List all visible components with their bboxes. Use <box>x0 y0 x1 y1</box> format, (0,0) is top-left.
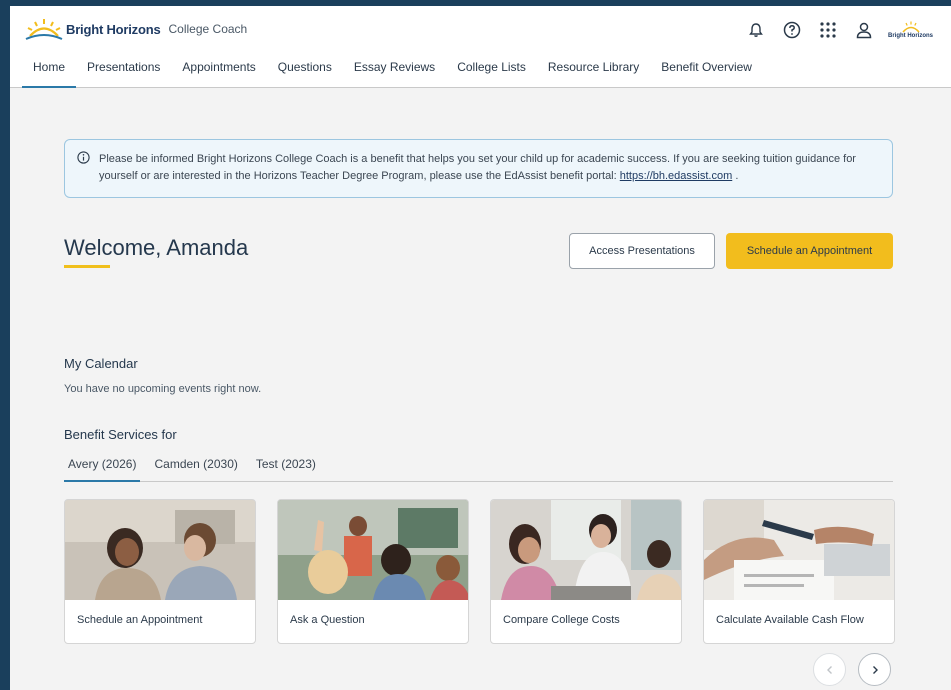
tab-essay-reviews[interactable]: Essay Reviews <box>343 54 446 87</box>
tab-child-camden[interactable]: Camden (2030) <box>150 452 241 481</box>
help-circle-icon[interactable] <box>780 18 804 42</box>
schedule-appointment-button[interactable]: Schedule an Appointment <box>726 233 893 269</box>
edassist-link[interactable]: https://bh.edassist.com <box>620 170 733 182</box>
child-tabs: Avery (2026) Camden (2030) Test (2023) <box>64 452 893 482</box>
top-bar: Bright Horizons College Coach Bright Hor… <box>10 6 951 54</box>
product-name: College Coach <box>168 22 248 36</box>
card-photo <box>65 500 255 600</box>
card-photo <box>704 500 894 600</box>
notice-suffix: . <box>735 170 739 182</box>
next-arrow-button[interactable] <box>858 653 891 686</box>
tab-benefit-overview[interactable]: Benefit Overview <box>650 54 763 87</box>
tab-presentations[interactable]: Presentations <box>76 54 171 87</box>
heading-accent-bar <box>64 265 110 268</box>
top-icons: Bright Horizons <box>732 18 933 42</box>
brand-name: Bright Horizons <box>66 21 161 37</box>
card-photo <box>278 500 468 600</box>
benefit-cards: Schedule an Appointment Ask a Question C… <box>64 499 895 644</box>
calendar-title: My Calendar <box>64 356 138 371</box>
notice-text: Please be informed Bright Horizons Colle… <box>99 153 856 182</box>
small-logo-text: Bright Horizons <box>888 33 933 39</box>
benefit-services-title: Benefit Services for <box>64 427 177 442</box>
tab-college-lists[interactable]: College Lists <box>446 54 537 87</box>
card-compare-college-costs[interactable]: Compare College Costs <box>490 499 682 644</box>
grid-icon[interactable] <box>816 18 840 42</box>
app-frame: Bright Horizons College Coach Bright Hor… <box>10 6 951 690</box>
card-label: Calculate Available Cash Flow <box>716 614 864 626</box>
card-label: Schedule an Appointment <box>77 614 203 626</box>
info-notice: Please be informed Bright Horizons Colle… <box>64 139 893 198</box>
card-ask-question[interactable]: Ask a Question <box>277 499 469 644</box>
card-label: Compare College Costs <box>503 614 620 626</box>
card-photo <box>491 500 681 600</box>
tab-child-test[interactable]: Test (2023) <box>252 452 320 481</box>
calendar-empty-text: You have no upcoming events right now. <box>64 383 262 395</box>
bright-horizons-small-logo[interactable]: Bright Horizons <box>888 21 933 39</box>
tab-home[interactable]: Home <box>22 54 77 88</box>
user-icon[interactable] <box>852 18 876 42</box>
bell-icon[interactable] <box>744 18 768 42</box>
brand-logo[interactable]: Bright Horizons College Coach <box>24 17 247 41</box>
tab-appointments[interactable]: Appointments <box>171 54 266 87</box>
cards-pager <box>813 653 903 686</box>
sun-logo-icon <box>25 19 63 40</box>
tab-resource-library[interactable]: Resource Library <box>537 54 650 87</box>
tab-questions[interactable]: Questions <box>267 54 343 87</box>
card-schedule-appointment[interactable]: Schedule an Appointment <box>64 499 256 644</box>
main-nav: Home Presentations Appointments Question… <box>10 54 951 88</box>
chevron-left-icon <box>826 665 832 674</box>
card-label: Ask a Question <box>290 614 365 626</box>
chevron-right-icon <box>872 665 878 674</box>
access-presentations-button[interactable]: Access Presentations <box>569 233 715 269</box>
card-calculate-cash-flow[interactable]: Calculate Available Cash Flow <box>703 499 895 644</box>
info-icon <box>77 151 90 164</box>
tab-child-avery[interactable]: Avery (2026) <box>64 452 141 482</box>
prev-arrow-button[interactable] <box>813 653 846 686</box>
welcome-heading: Welcome, Amanda <box>64 235 249 260</box>
